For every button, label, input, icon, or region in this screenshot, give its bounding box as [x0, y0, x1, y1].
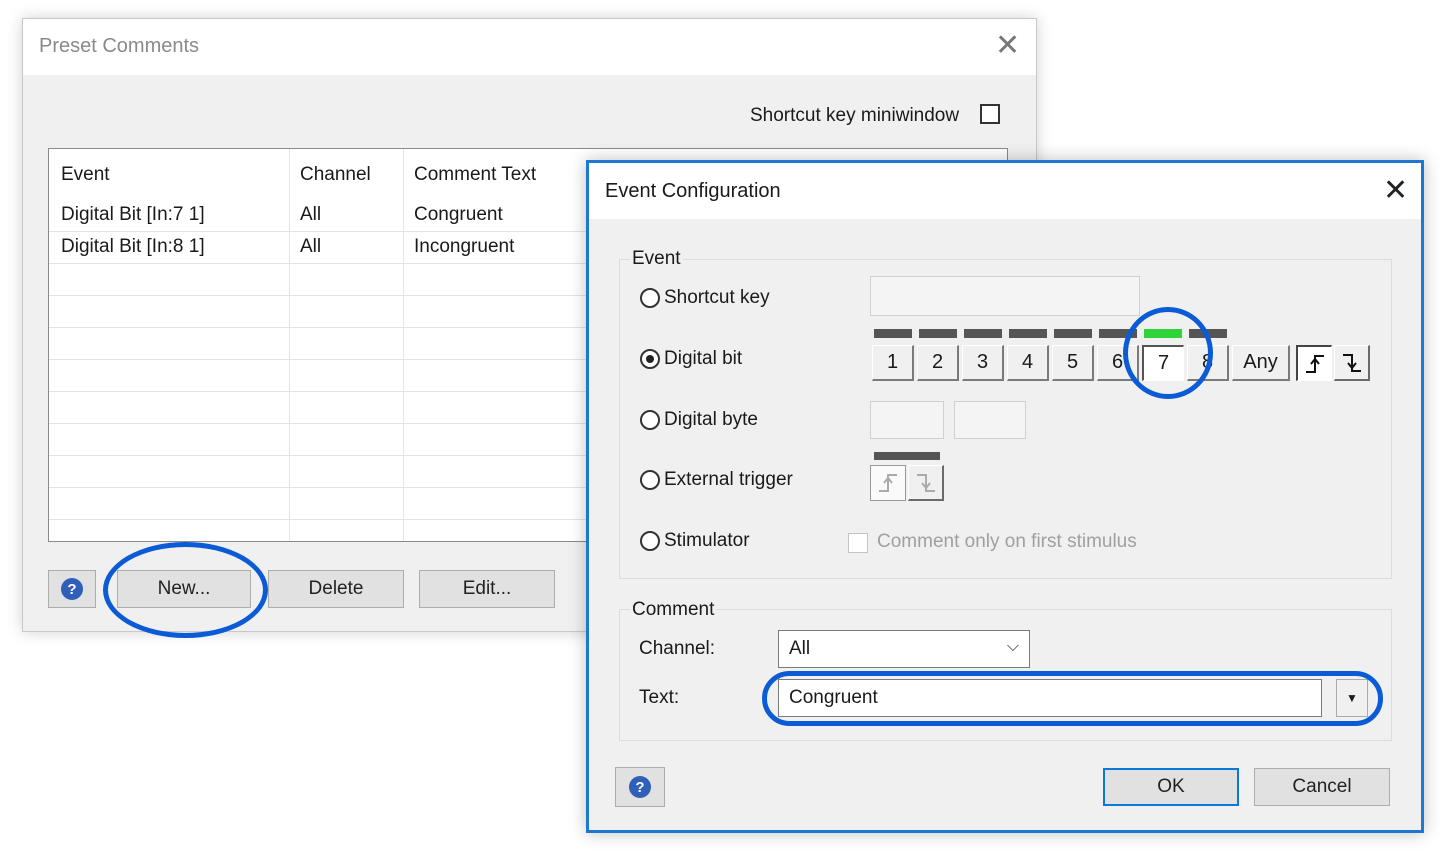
first-stimulus-label: Comment only on first stimulus: [877, 531, 1137, 552]
trigger-rising-button[interactable]: [870, 465, 906, 501]
first-stimulus-checkbox[interactable]: [848, 533, 868, 553]
stimulator-radio[interactable]: [640, 531, 660, 551]
bit-5-button[interactable]: 5: [1052, 345, 1094, 381]
bit-6-button[interactable]: 6: [1097, 345, 1139, 381]
digital-byte-field-2[interactable]: [954, 401, 1026, 439]
event-config-title: Event Configuration: [605, 180, 781, 202]
event-config-help-button[interactable]: ?: [615, 767, 665, 807]
bit-7-button[interactable]: 7: [1142, 345, 1184, 381]
bit-8-button[interactable]: 8: [1187, 345, 1229, 381]
bit-1-button[interactable]: 1: [872, 345, 914, 381]
falling-edge-icon: [1342, 353, 1361, 372]
shortcut-miniwindow-checkbox[interactable]: [980, 104, 1000, 124]
event-group-label: Event: [630, 248, 683, 270]
comment-text-dropdown-button[interactable]: ▼: [1336, 679, 1368, 717]
rising-edge-button[interactable]: [1296, 345, 1332, 381]
preset-help-button[interactable]: ?: [48, 570, 96, 608]
delete-button[interactable]: Delete: [268, 570, 404, 608]
external-trigger-option[interactable]: External trigger: [640, 469, 793, 491]
rising-edge-icon: [879, 474, 897, 492]
bit-4-button[interactable]: 4: [1007, 345, 1049, 381]
comment-text-input[interactable]: Congruent: [778, 679, 1322, 717]
shortcut-key-option[interactable]: Shortcut key: [640, 287, 770, 309]
shortcut-key-label: Shortcut key: [664, 287, 770, 308]
row-1-event[interactable]: Digital Bit [In:7 1]: [61, 204, 205, 226]
column-header-comment-text[interactable]: Comment Text: [414, 164, 536, 186]
bit-5-led: [1054, 329, 1092, 338]
comment-group: [619, 609, 1392, 741]
stimulator-label: Stimulator: [664, 530, 750, 551]
bit-7-led: [1144, 329, 1182, 338]
bit-1-led: [874, 329, 912, 338]
dropdown-arrow-icon: ▼: [1346, 691, 1358, 705]
ok-button[interactable]: OK: [1103, 768, 1239, 806]
bit-2-led: [919, 329, 957, 338]
row-2-text[interactable]: Incongruent: [414, 236, 514, 258]
bit-8-led: [1189, 329, 1227, 338]
text-label: Text:: [639, 687, 680, 708]
channel-label: Channel:: [639, 638, 716, 659]
digital-byte-radio[interactable]: [640, 410, 660, 430]
trigger-falling-button[interactable]: [908, 465, 944, 501]
help-icon: ?: [61, 578, 83, 600]
digital-byte-field-1[interactable]: [870, 401, 944, 439]
row-1-text[interactable]: Congruent: [414, 204, 503, 226]
stimulator-option[interactable]: Stimulator: [640, 530, 750, 552]
digital-bit-option[interactable]: Digital bit: [640, 348, 742, 370]
col-divider: [289, 149, 290, 541]
channel-select-value: All: [789, 638, 811, 659]
column-header-channel[interactable]: Channel: [300, 164, 371, 186]
row-2-channel[interactable]: All: [300, 236, 321, 258]
bit-3-button[interactable]: 3: [962, 345, 1004, 381]
cancel-button[interactable]: Cancel: [1254, 768, 1390, 806]
bit-6-led: [1099, 329, 1137, 338]
help-icon: ?: [629, 776, 651, 798]
external-trigger-label: External trigger: [664, 469, 793, 490]
digital-bit-label: Digital bit: [664, 348, 743, 369]
row-2-event[interactable]: Digital Bit [In:8 1]: [61, 236, 205, 258]
any-bit-button[interactable]: Any: [1232, 345, 1290, 381]
rising-edge-icon: [1305, 354, 1324, 373]
comment-text-value: Congruent: [789, 687, 878, 708]
chevron-down-icon: ⌵: [1006, 638, 1019, 655]
falling-edge-icon: [916, 473, 935, 492]
preset-close-icon[interactable]: ✕: [995, 31, 1020, 61]
event-config-close-icon[interactable]: ✕: [1383, 176, 1408, 206]
digital-bit-radio[interactable]: [640, 349, 660, 369]
digital-byte-option[interactable]: Digital byte: [640, 409, 758, 431]
shortcut-key-radio[interactable]: [640, 288, 660, 308]
new-button[interactable]: New...: [117, 570, 251, 608]
external-trigger-radio[interactable]: [640, 470, 660, 490]
col-divider: [403, 149, 404, 541]
falling-edge-button[interactable]: [1334, 345, 1370, 381]
channel-select[interactable]: All ⌵: [778, 630, 1030, 668]
bit-2-button[interactable]: 2: [917, 345, 959, 381]
row-1-channel[interactable]: All: [300, 204, 321, 226]
comment-group-label: Comment: [630, 599, 717, 621]
edit-button[interactable]: Edit...: [419, 570, 555, 608]
bit-4-led: [1009, 329, 1047, 338]
column-header-event[interactable]: Event: [61, 164, 110, 186]
shortcut-key-field[interactable]: [870, 276, 1140, 316]
shortcut-miniwindow-label: Shortcut key miniwindow: [750, 105, 960, 126]
preset-title: Preset Comments: [39, 35, 200, 57]
external-trigger-indicator: [874, 452, 940, 460]
digital-byte-label: Digital byte: [664, 409, 758, 430]
bit-3-led: [964, 329, 1002, 338]
